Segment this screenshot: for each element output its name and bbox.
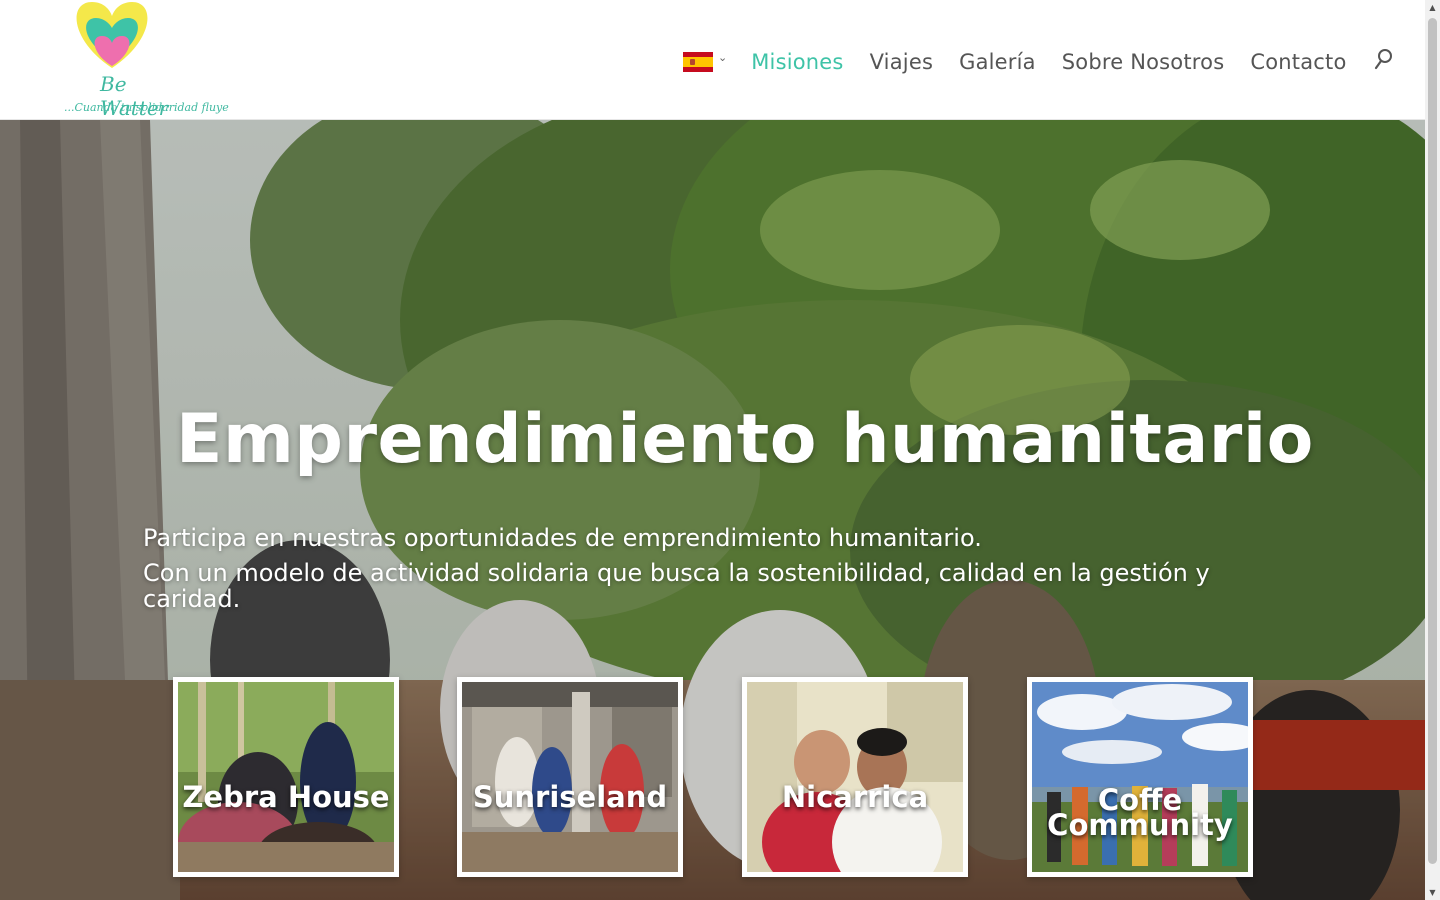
mission-card-zebra-house[interactable]: Zebra House	[173, 677, 399, 877]
nav-item-sobre-nosotros[interactable]: Sobre Nosotros	[1062, 50, 1225, 74]
page-scrollbar[interactable]: ▲ ▼	[1425, 0, 1440, 900]
main-nav: ⌄ Misiones Viajes Galería Sobre Nosotros…	[683, 44, 1373, 80]
site-header: Be Watter ...Cuando tu solidaridad fluye…	[0, 0, 1425, 120]
mission-card-coffe-community[interactable]: Coffe Community	[1027, 677, 1253, 877]
hero-intro-text: Participa en nuestras oportunidades de e…	[143, 524, 982, 552]
nav-item-misiones[interactable]: Misiones	[751, 50, 843, 74]
logo[interactable]: Be Watter ...Cuando tu solidaridad fluye	[30, 0, 229, 120]
scroll-down-arrow-icon[interactable]: ▼	[1428, 888, 1437, 897]
mission-card-label: Zebra House	[182, 780, 390, 814]
coffe-community-photo	[1032, 682, 1248, 872]
mission-card-sunriseland[interactable]: Sunriseland	[457, 677, 683, 877]
nav-item-contacto[interactable]: Contacto	[1250, 50, 1346, 74]
nav-item-galeria[interactable]: Galería	[959, 50, 1036, 74]
spain-flag-icon[interactable]	[683, 52, 713, 72]
hero-description-text: Con un modelo de actividad solidaria que…	[143, 559, 1210, 613]
chevron-down-icon[interactable]: ⌄	[718, 51, 727, 64]
sunriseland-photo	[462, 682, 678, 872]
scroll-thumb[interactable]	[1428, 18, 1437, 864]
search-icon[interactable]	[1374, 48, 1394, 70]
nav-item-viajes[interactable]: Viajes	[870, 50, 934, 74]
nicarrica-photo	[747, 682, 963, 872]
mission-card-label: Coffe Community	[1047, 783, 1233, 842]
scroll-up-arrow-icon[interactable]: ▲	[1428, 3, 1437, 12]
logo-tagline: ...Cuando tu solidaridad fluye	[64, 101, 229, 114]
zebra-house-photo	[178, 682, 394, 872]
mission-card-label: Nicarrica	[781, 780, 929, 814]
hero-section: Emprendimiento humanitario Participa en …	[0, 120, 1425, 900]
mission-card-label: Sunriseland	[472, 780, 668, 814]
hero-title: Emprendimiento humanitario	[176, 400, 1314, 479]
mission-card-nicarrica[interactable]: Nicarrica	[742, 677, 968, 877]
